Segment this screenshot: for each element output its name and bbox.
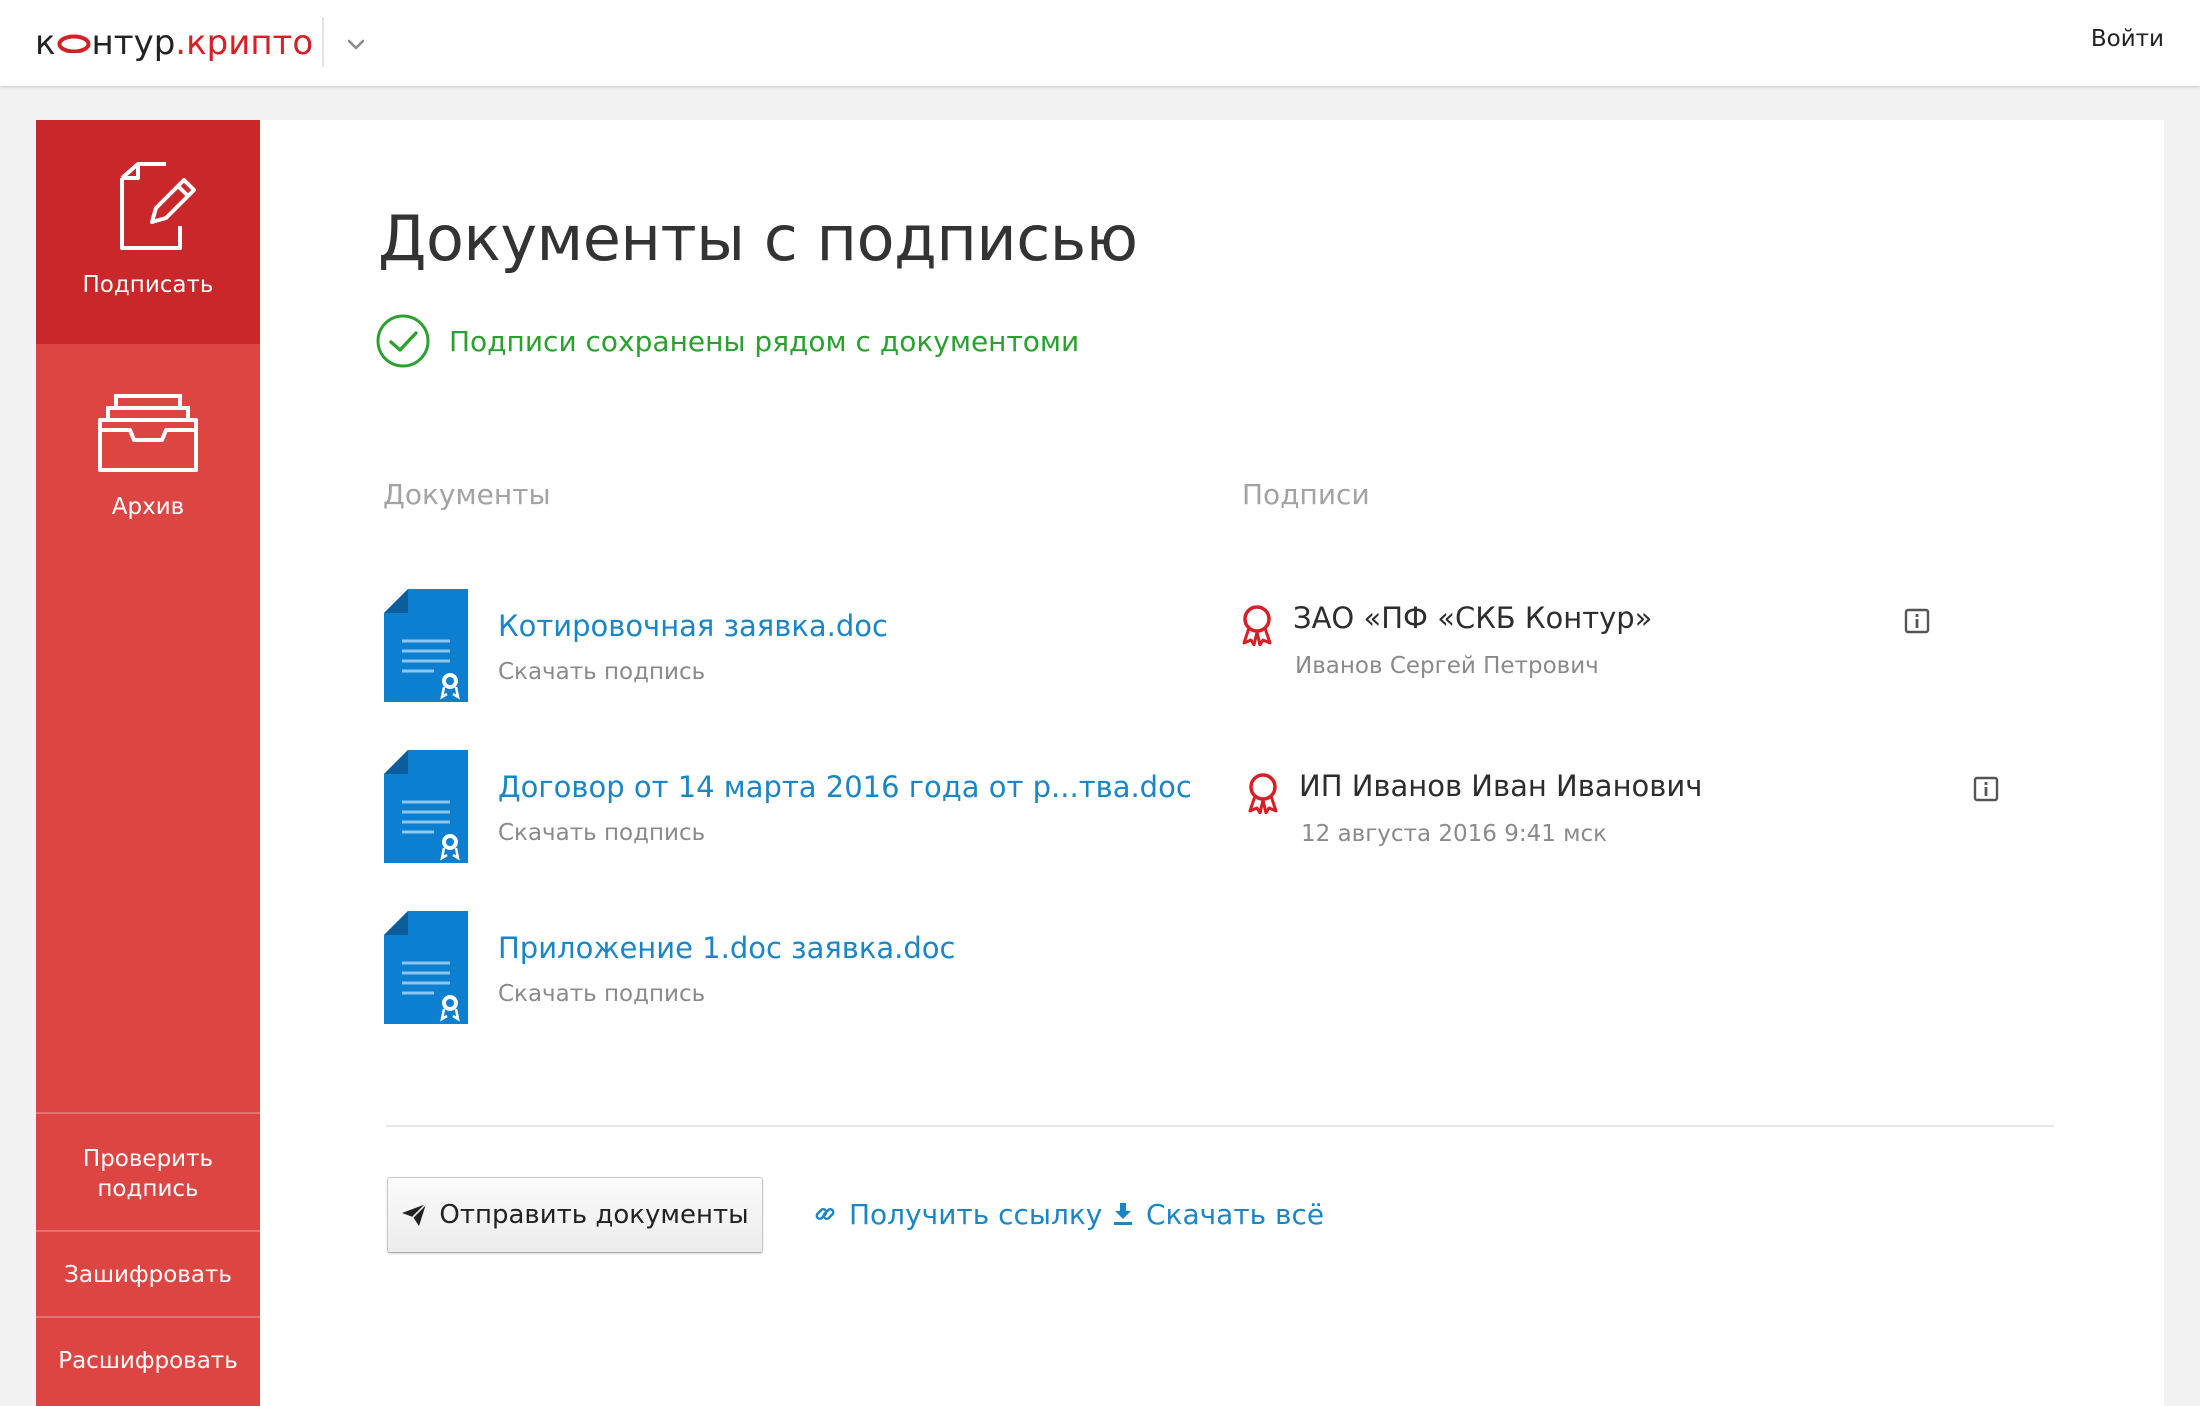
signer-detail: Иванов Сергей Петрович (1295, 653, 1599, 679)
document-item: Договор от 14 марта 2016 года от р...тва… (384, 750, 1192, 865)
get-link-label: Получить ссылку (849, 1197, 1103, 1231)
document-link[interactable]: Котировочная заявка.doc (498, 609, 888, 643)
success-message: Подписи сохранены рядом с документоми (449, 324, 1080, 358)
documents-header: Документы (383, 478, 551, 511)
page-title: Документы с подписью (378, 202, 1138, 275)
archive-tray-icon (98, 394, 198, 472)
get-link-button[interactable]: Получить ссылку (813, 1194, 1102, 1234)
signer-name: ИП Иванов Иван Иванович (1299, 769, 1703, 803)
sidebar-item-archive[interactable]: Архив (36, 344, 260, 544)
paper-plane-icon (402, 1203, 427, 1226)
download-signature-link[interactable]: Скачать подпись (498, 820, 705, 846)
chevron-down-icon[interactable] (340, 28, 372, 60)
logo-prefix: к (35, 23, 56, 63)
check-circle-icon (376, 314, 430, 368)
encrypt-label: Зашифровать (64, 1262, 232, 1288)
info-icon[interactable] (1904, 608, 1930, 634)
download-all-button[interactable]: Скачать всё (1112, 1194, 1324, 1234)
sidebar-item-archive-label: Архив (111, 494, 185, 520)
sidebar-item-encrypt[interactable]: Зашифровать (36, 1230, 260, 1316)
document-item: Приложение 1.doc заявка.doc Скачать подп… (384, 911, 1144, 1026)
download-icon (1114, 1203, 1132, 1225)
logo-divider (322, 17, 324, 67)
award-ribbon-icon (1242, 605, 1272, 646)
document-link[interactable]: Договор от 14 марта 2016 года от р...тва… (498, 770, 1192, 804)
signatures-header: Подписи (1242, 478, 1370, 511)
signed-document-icon (384, 589, 468, 702)
download-signature-link[interactable]: Скачать подпись (498, 659, 705, 685)
document-pen-icon (120, 162, 196, 250)
logo-middle: нтур (91, 23, 176, 63)
send-documents-button[interactable]: Отправить документы (387, 1177, 763, 1253)
document-item: Котировочная заявка.doc Скачать подпись (384, 589, 1144, 704)
sidebar-item-verify[interactable]: Проверить подпись (36, 1112, 260, 1230)
link-icon (815, 1208, 835, 1220)
success-notice: Подписи сохранены рядом с документоми (375, 313, 1079, 369)
download-signature-link[interactable]: Скачать подпись (498, 981, 705, 1007)
logo-cloud-icon (57, 34, 91, 53)
sidebar-item-sign[interactable]: Подписать (36, 120, 260, 344)
document-link[interactable]: Приложение 1.doc заявка.doc (498, 931, 956, 965)
decrypt-label: Расшифровать (58, 1348, 238, 1374)
info-icon[interactable] (1973, 776, 1999, 802)
section-divider (386, 1125, 2054, 1127)
logo-suffix: .крипто (175, 23, 314, 63)
signature-item: ИП Иванов Иван Иванович 12 августа 2016 … (1246, 769, 1999, 859)
award-ribbon-icon (1248, 773, 1278, 814)
sidebar: Подписать Архив Проверить подпись Зашифр… (36, 120, 260, 1406)
verify-label-line2: подпись (97, 1176, 199, 1202)
download-all-label: Скачать всё (1146, 1197, 1325, 1231)
signer-name: ЗАО «ПФ «СКБ Контур» (1293, 601, 1653, 635)
logo[interactable]: к нтур .крипто (35, 18, 313, 68)
signature-date: 12 августа 2016 9:41 мск (1301, 821, 1608, 847)
login-link[interactable]: Войти (2091, 26, 2164, 52)
main-content: Документы с подписью Подписи сохранены р… (260, 120, 2164, 1406)
sidebar-item-decrypt[interactable]: Расшифровать (36, 1316, 260, 1406)
signed-document-icon (384, 750, 468, 863)
top-bar: к нтур .крипто Войти (0, 0, 2200, 86)
verify-label-line1: Проверить (82, 1146, 214, 1172)
signature-item: ЗАО «ПФ «СКБ Контур» Иванов Сергей Петро… (1240, 601, 1930, 691)
signed-document-icon (384, 911, 468, 1024)
send-documents-label: Отправить документы (439, 1200, 749, 1230)
sidebar-item-sign-label: Подписать (82, 272, 214, 298)
